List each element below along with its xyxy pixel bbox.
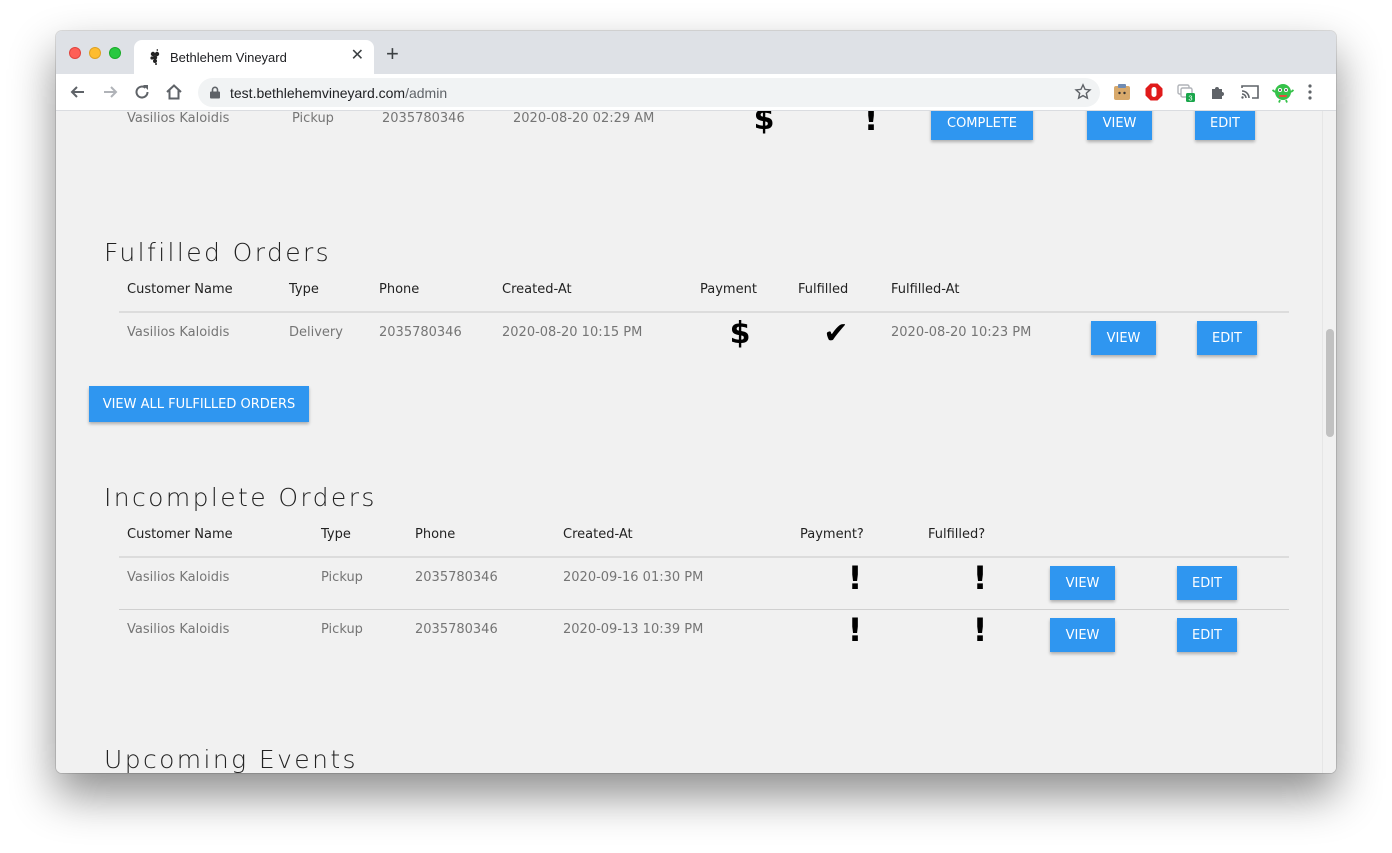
type-cell: Pickup [321,570,363,585]
minimize-window-button[interactable] [89,47,101,59]
column-header-created-at: Created-At [563,527,633,542]
customer-name-cell: Vasilios Kaloidis [127,622,230,637]
bookmark-star-icon[interactable] [1074,83,1092,101]
address-bar[interactable]: test.bethlehemvineyard.com/admin [198,78,1100,107]
dollar-icon: $ [753,111,775,137]
forward-arrow-icon[interactable] [100,82,120,102]
column-header-payment: Payment [700,282,757,297]
home-icon[interactable] [164,82,184,102]
fulfilled-orders-heading: Fulfilled Orders [104,238,332,267]
url-text: test.bethlehemvineyard.com/admin [230,85,448,101]
exclamation-icon: ! [972,559,988,597]
scrollbar-thumb[interactable] [1326,329,1334,437]
edit-button[interactable]: EDIT [1177,566,1237,600]
view-button[interactable]: VIEW [1091,321,1156,355]
exclamation-icon: ! [847,611,863,649]
browser-tab[interactable]: Bethlehem Vineyard ✕ [134,40,374,74]
exclamation-icon: ! [863,111,879,138]
page-scrollbar[interactable] [1322,111,1336,773]
incomplete-orders-heading: Incomplete Orders [104,483,377,512]
edit-button[interactable]: EDIT [1195,111,1255,140]
zoom-window-button[interactable] [109,47,121,59]
fulfilled-at-cell: 2020-08-20 10:23 PM [891,325,1032,340]
column-header-fulfilled: Fulfilled [798,282,849,297]
customer-name-cell: Vasilios Kaloidis [127,325,230,340]
grape-favicon-icon [150,49,160,65]
column-header-type: Type [321,527,351,542]
column-header-payment: Payment? [800,527,864,542]
tab-close-icon[interactable]: ✕ [351,47,364,65]
page-content: Vasilios Kaloidis Pickup 2035780346 2020… [56,111,1336,773]
view-button[interactable]: VIEW [1050,618,1115,652]
type-cell: Pickup [321,622,363,637]
column-header-phone: Phone [379,282,420,297]
column-header-type: Type [289,282,319,297]
type-cell: Pickup [292,111,334,126]
reload-icon[interactable] [132,82,152,102]
exclamation-icon: ! [972,611,988,649]
created-at-cell: 2020-08-20 10:15 PM [502,325,643,340]
puzzle-extensions-icon[interactable] [1208,82,1228,102]
exclamation-icon: ! [847,559,863,597]
created-at-cell: 2020-09-16 01:30 PM [563,570,704,585]
customer-name-cell: Vasilios Kaloidis [127,570,230,585]
browser-toolbar: test.bethlehemvineyard.com/admin 3 [56,74,1336,111]
view-all-fulfilled-orders-button[interactable]: VIEW ALL FULFILLED ORDERS [89,386,309,422]
edit-button[interactable]: EDIT [1177,618,1237,652]
table-divider [119,311,1289,313]
adblock-extension-icon[interactable] [1144,82,1164,102]
column-header-phone: Phone [415,527,456,542]
check-icon: ✔ [823,316,849,351]
tab-counter-extension-icon[interactable]: 3 [1176,82,1196,102]
column-header-fulfilled-at: Fulfilled-At [891,282,960,297]
phone-cell: 2035780346 [379,325,462,340]
created-at-cell: 2020-09-13 10:39 PM [563,622,704,637]
phone-cell: 2035780346 [415,622,498,637]
close-window-button[interactable] [69,47,81,59]
customer-name-cell: Vasilios Kaloidis [127,111,230,126]
table-divider [119,556,1289,558]
new-tab-icon[interactable]: + [386,43,399,65]
browser-menu-icon[interactable] [1304,82,1316,102]
profile-avatar-icon[interactable] [1272,81,1294,103]
row-divider [119,609,1289,610]
complete-button[interactable]: COMPLETE [931,111,1033,140]
upcoming-events-heading: Upcoming Events [104,745,358,773]
edit-button[interactable]: EDIT [1197,321,1257,355]
lock-icon [210,86,220,99]
svg-text:3: 3 [1188,94,1192,103]
back-arrow-icon[interactable] [68,82,88,102]
extension-clipboard-icon[interactable] [1112,82,1132,102]
column-header-customer: Customer Name [127,282,233,297]
type-cell: Delivery [289,325,343,340]
column-header-created-at: Created-At [502,282,572,297]
tab-title: Bethlehem Vineyard [170,50,287,65]
phone-cell: 2035780346 [415,570,498,585]
tab-strip: Bethlehem Vineyard ✕ + [56,31,1336,74]
column-header-customer: Customer Name [127,527,233,542]
created-at-cell: 2020-08-20 02:29 AM [513,111,655,126]
view-button[interactable]: VIEW [1087,111,1152,140]
cast-icon[interactable] [1240,82,1260,102]
browser-window: Bethlehem Vineyard ✕ + test.bethlehemvin… [56,31,1336,773]
column-header-fulfilled: Fulfilled? [928,527,986,542]
dollar-icon: $ [729,316,751,351]
view-button[interactable]: VIEW [1050,566,1115,600]
phone-cell: 2035780346 [382,111,465,126]
